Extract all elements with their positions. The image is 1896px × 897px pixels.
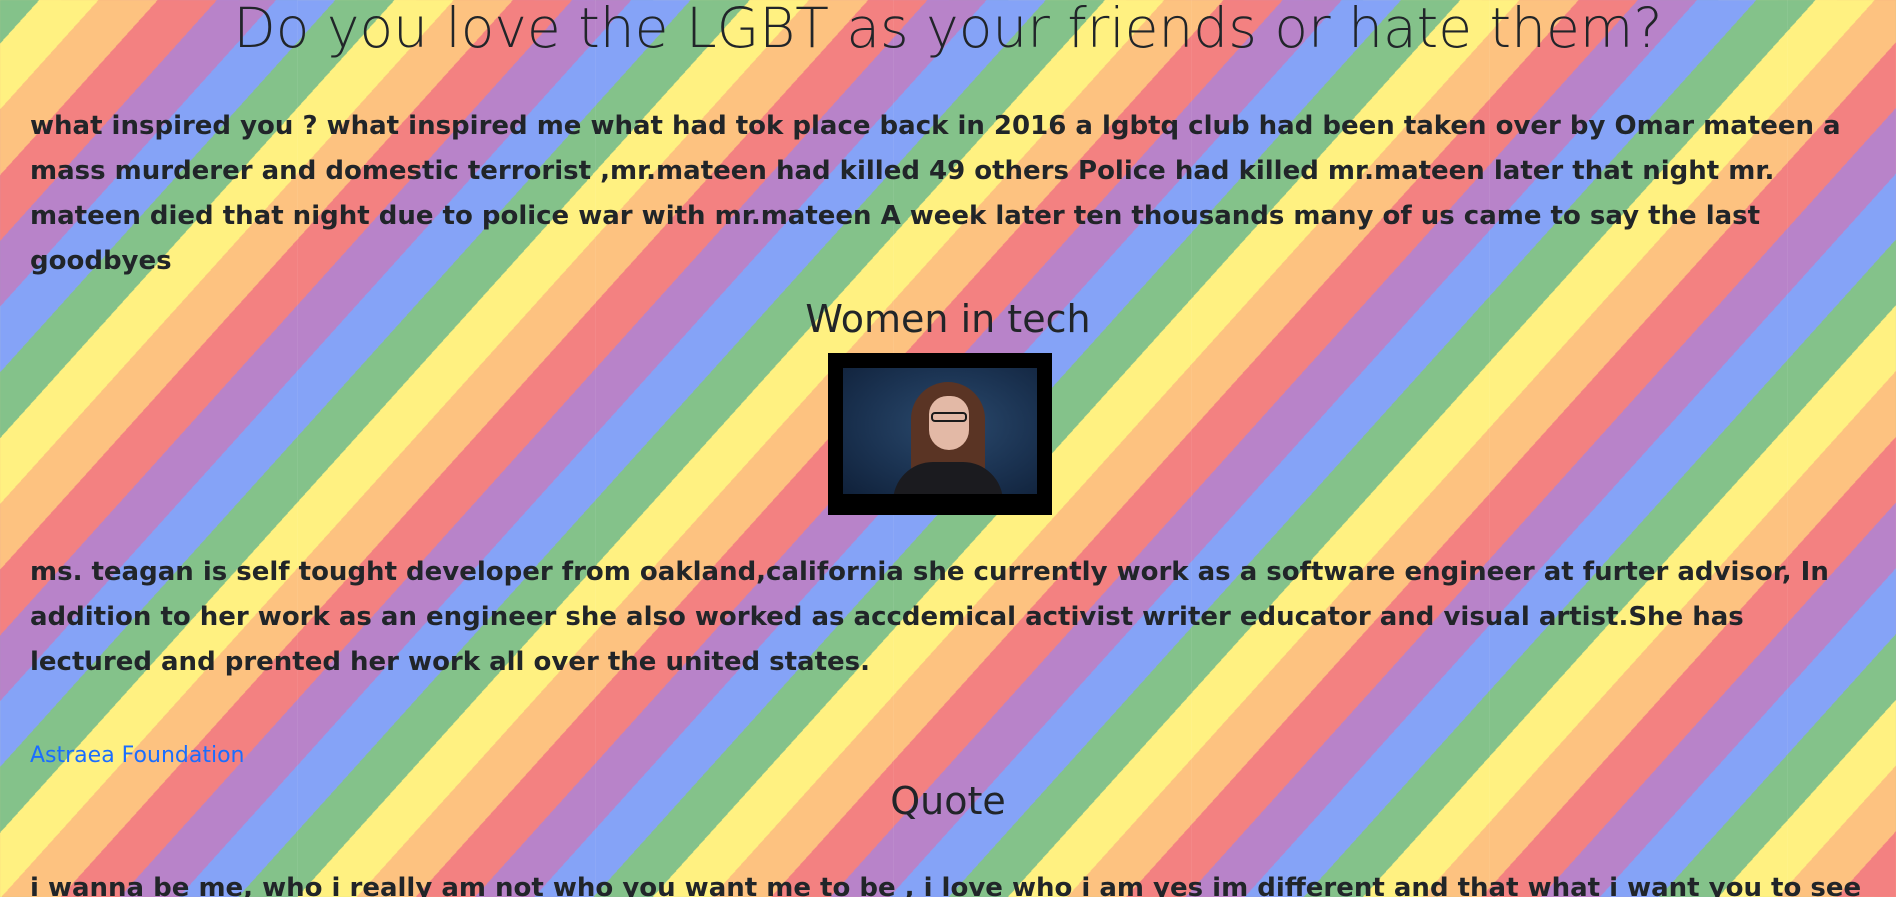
inspired-paragraph: what inspired you ? what inspired me wha… [30, 111, 1841, 276]
quote-heading: Quote [890, 779, 1006, 823]
quote-paragraph: i wanna be me, who i really am not who y… [30, 873, 1870, 897]
page-content: Do you love the LGBT as your friends or … [0, 0, 1896, 897]
portrait-face [929, 396, 969, 450]
women-in-tech-heading: Women in tech [805, 297, 1091, 341]
portrait-photo [843, 368, 1037, 494]
astraea-foundation-link[interactable]: Astraea Foundation [30, 741, 244, 771]
teagan-bio-paragraph: ms. teagan is self tought developer from… [30, 557, 1829, 677]
portrait-glasses [931, 412, 967, 422]
portrait-jacket [893, 462, 1003, 494]
page-title: Do you love the LGBT as your friends or … [233, 0, 1663, 60]
portrait-image [828, 353, 1052, 515]
